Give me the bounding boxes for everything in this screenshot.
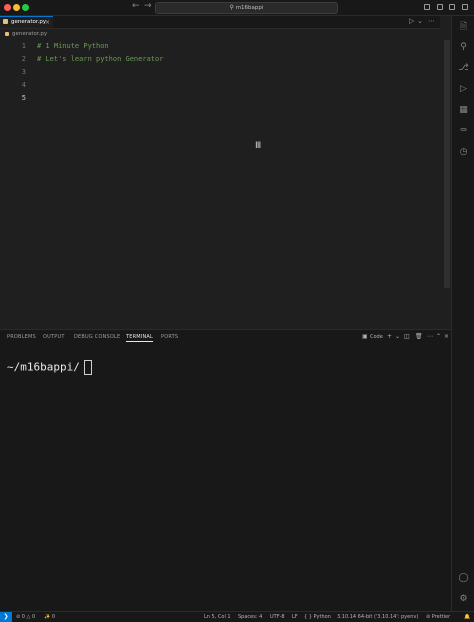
editor-scrollbar[interactable] xyxy=(444,40,450,288)
more-actions-icon[interactable]: ⋯ xyxy=(428,17,435,25)
code-line: 3 xyxy=(0,66,444,79)
close-window-button[interactable] xyxy=(4,4,11,11)
settings-gear-icon[interactable]: ⚙ xyxy=(458,594,469,605)
code-line: 4 xyxy=(0,79,444,92)
code-line-active: 5 xyxy=(0,92,444,105)
tab-output[interactable]: OUTPUT xyxy=(43,334,65,340)
close-panel-icon[interactable]: × xyxy=(444,333,449,340)
explorer-icon[interactable]: 🗎 xyxy=(458,22,469,33)
new-terminal-dropdown-icon[interactable]: ⌄ xyxy=(395,333,400,340)
activity-bar: 🗎 ⚲ ⎇ ▷ ▦ ⚰ ◷ ◯ ⚙ xyxy=(451,16,474,611)
line-number: 2 xyxy=(21,55,26,63)
warnings-count: 0 xyxy=(32,614,36,620)
tab-label: generator.py xyxy=(11,19,47,25)
python-file-icon xyxy=(3,19,8,24)
ports-count: 0 xyxy=(51,614,56,620)
terminal-prompt[interactable]: ~/m16bappi/ xyxy=(7,360,92,375)
maximize-window-button[interactable] xyxy=(22,4,29,11)
run-and-debug-icon[interactable]: ▷ xyxy=(458,84,469,95)
command-center-search[interactable]: ⚲ m16bappi xyxy=(155,2,338,14)
tab-generator-py[interactable]: generator.py × xyxy=(0,16,53,28)
line-number: 5 xyxy=(21,94,26,102)
title-bar: ← → ⚲ m16bappi xyxy=(0,0,474,16)
breadcrumb-file[interactable]: generator.py xyxy=(12,31,47,37)
tab-problems[interactable]: PROBLEMS xyxy=(7,334,36,340)
terminal-cwd: ~/m16bappi/ xyxy=(7,360,80,374)
toggle-secondary-sidebar-icon[interactable] xyxy=(449,4,455,10)
minimize-window-button[interactable] xyxy=(13,4,20,11)
run-options-chevron-icon[interactable]: ⌄ xyxy=(417,17,423,25)
workspace-name: m16bappi xyxy=(235,5,264,11)
close-tab-icon[interactable]: × xyxy=(45,17,50,28)
code-text: # 1 Minute Python xyxy=(37,42,109,50)
code-line: 1 # 1 Minute Python xyxy=(0,40,444,53)
text-cursor-icon: Ⅲ xyxy=(255,141,262,151)
search-icon[interactable]: ⚲ xyxy=(458,42,469,53)
account-icon[interactable]: ◯ xyxy=(458,573,469,584)
toggle-panel-icon[interactable] xyxy=(437,4,443,10)
customize-layout-icon[interactable] xyxy=(462,4,468,10)
remote-explorer-icon[interactable]: ◷ xyxy=(458,147,469,158)
source-control-icon[interactable]: ⎇ xyxy=(458,63,469,74)
maximize-panel-icon[interactable]: ⌃ xyxy=(436,333,441,340)
terminal-profile-icon: ▣ xyxy=(362,333,368,340)
testing-flask-icon[interactable]: ⚰ xyxy=(458,126,469,137)
bottom-panel: PROBLEMS OUTPUT DEBUG CONSOLE TERMINAL P… xyxy=(0,329,451,612)
run-python-file-icon[interactable]: ▷ xyxy=(409,17,414,25)
tab-ports[interactable]: PORTS xyxy=(161,334,178,340)
status-bar: ❯ ⊘ 0 △ 0 ✨ 0 Ln 5, Col 1 Spaces: 4 UTF-… xyxy=(0,611,474,622)
prettier-label: Prettier xyxy=(431,614,451,620)
more-actions-icon[interactable]: ⋯ xyxy=(427,333,433,340)
breadcrumb: generator.py xyxy=(0,29,440,40)
terminal-cursor xyxy=(83,360,92,375)
python-file-icon xyxy=(5,31,9,36)
code-text: # Let's learn python Generator xyxy=(37,55,164,63)
kill-terminal-icon[interactable]: 🗑 xyxy=(415,333,423,340)
terminal-profile-name[interactable]: Code xyxy=(370,334,383,340)
tab-terminal[interactable]: TERMINAL xyxy=(126,334,154,342)
back-arrow-icon[interactable]: ← xyxy=(132,1,140,11)
line-number: 1 xyxy=(21,42,26,50)
line-number: 4 xyxy=(21,81,26,89)
extensions-icon[interactable]: ▦ xyxy=(458,105,469,116)
split-terminal-icon[interactable]: ◫ xyxy=(404,333,410,340)
forward-arrow-icon[interactable]: → xyxy=(144,1,152,11)
toggle-primary-sidebar-icon[interactable] xyxy=(424,4,430,10)
tab-debug-console[interactable]: DEBUG CONSOLE xyxy=(74,334,120,340)
new-terminal-icon[interactable]: + xyxy=(387,333,392,340)
errors-count: 0 xyxy=(21,614,25,620)
code-line: 2 # Let's learn python Generator xyxy=(0,53,444,66)
line-number: 3 xyxy=(21,68,26,76)
editor-tab-bar: generator.py × ▷ ⌄ ⋯ xyxy=(0,16,440,29)
language-name: Python xyxy=(313,614,331,620)
code-editor[interactable]: 1 # 1 Minute Python 2 # Let's learn pyth… xyxy=(0,40,444,328)
